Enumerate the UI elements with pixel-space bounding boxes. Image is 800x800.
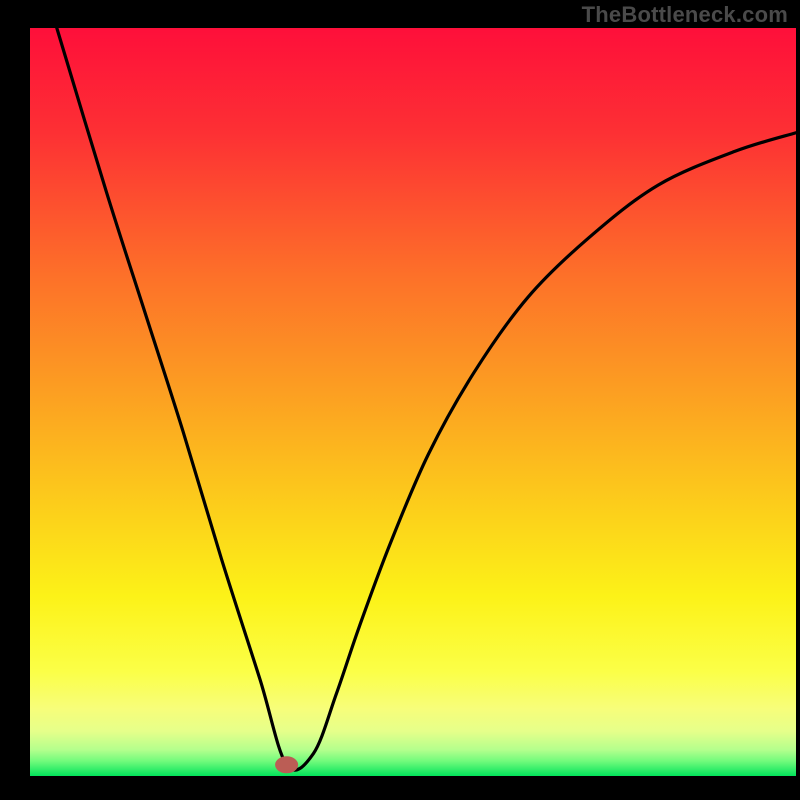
chart-frame: TheBottleneck.com [0,0,800,800]
plot-background [30,28,796,776]
watermark-text: TheBottleneck.com [582,2,788,28]
chart-plot [0,0,800,800]
minimum-marker [276,757,298,773]
